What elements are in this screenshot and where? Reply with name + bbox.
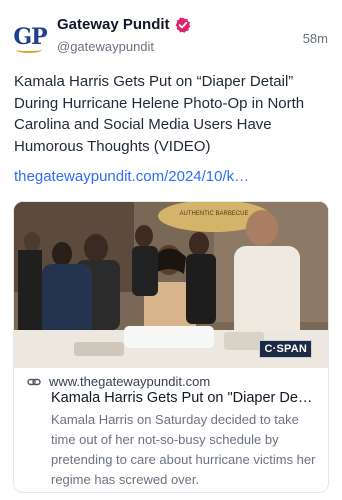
card-meta: www.thegatewaypundit.com Kamala Harris G… — [14, 374, 328, 490]
banner-text: AUTHENTIC BARBECUE — [179, 211, 248, 217]
card-title[interactable]: Kamala Harris Gets Put on "Diaper De… — [51, 390, 321, 406]
verified-badge-icon — [175, 17, 191, 33]
link-preview-card[interactable]: AUTHENTIC BARBECUE C·SPAN www.thegateway… — [13, 201, 329, 493]
avatar-swoosh — [16, 47, 42, 53]
author-block: Gateway Pundit @gatewaypundit — [57, 16, 191, 54]
display-name[interactable]: Gateway Pundit — [57, 16, 170, 33]
post-text: Kamala Harris Gets Put on “Diaper Detail… — [14, 73, 305, 155]
card-domain[interactable]: www.thegatewaypundit.com — [49, 374, 210, 389]
post-link[interactable]: thegatewaypundit.com/2024/10/k… — [14, 168, 249, 185]
post-timestamp[interactable]: 58m — [303, 31, 328, 46]
link-icon — [27, 375, 41, 389]
name-row: Gateway Pundit — [57, 16, 191, 33]
preview-image[interactable]: AUTHENTIC BARBECUE C·SPAN — [14, 202, 328, 368]
handle[interactable]: @gatewaypundit — [57, 39, 191, 54]
cspan-badge: C·SPAN — [259, 340, 312, 358]
post-card[interactable]: GP Gateway Pundit @gatewaypundit 58m Kam… — [0, 0, 342, 500]
card-description: Kamala Harris on Saturday decided to tak… — [51, 412, 316, 487]
avatar[interactable]: GP — [12, 19, 48, 55]
domain-row: www.thegatewaypundit.com — [27, 374, 328, 389]
